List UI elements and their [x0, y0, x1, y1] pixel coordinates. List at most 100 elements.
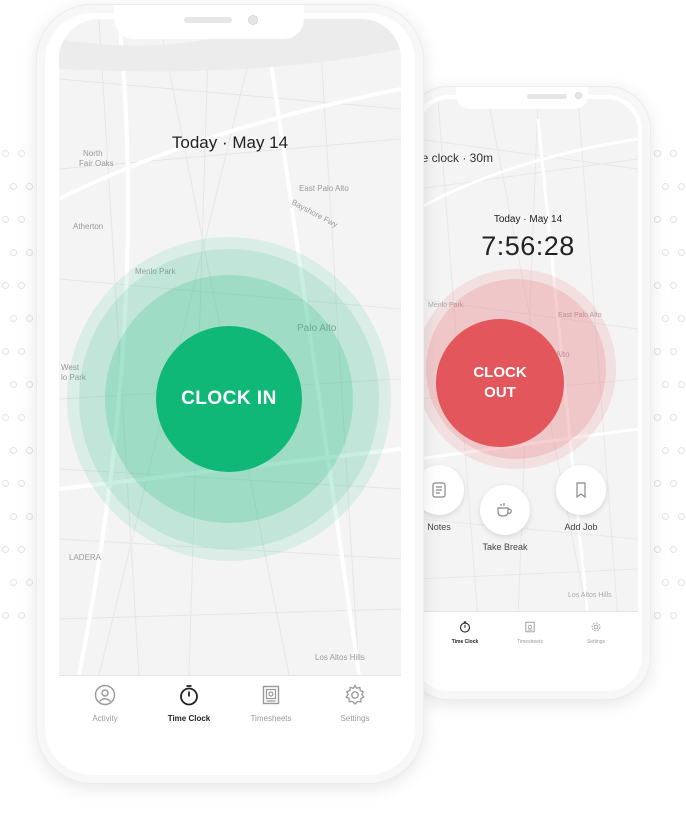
phone-notch: [114, 5, 304, 39]
decorative-dot: [26, 447, 33, 454]
phone-clocked-in: East Palo Alto Menlo Park Palo Alto Los …: [405, 86, 651, 700]
decorative-dot: [662, 447, 669, 454]
decorative-dot: [670, 216, 677, 223]
date-label: Today · May 14: [493, 214, 563, 225]
clock-in-button[interactable]: CLOCK IN: [156, 326, 302, 472]
decorative-dot: [2, 414, 9, 421]
decorative-dot: [654, 216, 661, 223]
decorative-dots-right: [652, 150, 686, 640]
add-job-button[interactable]: Add Job: [546, 465, 616, 532]
speaker-grille: [527, 94, 567, 99]
decorative-dot: [10, 315, 17, 322]
tab-settings[interactable]: Settings: [315, 684, 395, 723]
camera-dot: [248, 15, 258, 25]
elapsed-timer: 7:56:28: [481, 231, 575, 261]
gear-icon: [345, 684, 365, 705]
decorative-dots-left: [0, 150, 40, 640]
tab-activity[interactable]: Activity: [65, 684, 145, 723]
map-label: Atherton: [73, 222, 104, 231]
tab-time-clock[interactable]: Time Clock: [440, 620, 490, 645]
decorative-dot: [654, 612, 661, 619]
decorative-dot: [26, 381, 33, 388]
on-the-clock-status: he clock · 30m: [418, 151, 494, 165]
decorative-dot: [2, 480, 9, 487]
clock-out-button[interactable]: CLOCK OUT: [436, 319, 564, 447]
decorative-dot: [26, 183, 33, 190]
decorative-dot: [654, 282, 661, 289]
decorative-dot: [678, 513, 685, 520]
decorative-dot: [18, 612, 25, 619]
decorative-dot: [678, 579, 685, 586]
decorative-dot: [18, 414, 25, 421]
decorative-dot: [10, 183, 17, 190]
decorative-dot: [662, 579, 669, 586]
clock-out-label-line1: CLOCK: [473, 364, 527, 381]
tab-label: Time Clock: [167, 714, 211, 723]
phone-screen: North Fair Oaks East Palo Alto Bayshore …: [59, 19, 401, 761]
decorative-dot: [654, 546, 661, 553]
tab-label: Time Clock: [451, 639, 479, 645]
timesheet-icon: [525, 621, 535, 633]
decorative-dot: [18, 150, 25, 157]
decorative-dot: [654, 150, 661, 157]
decorative-dot: [2, 216, 9, 223]
tab-bar: Time Clock Timesheets Settings: [418, 611, 638, 687]
notes-button[interactable]: Notes: [418, 465, 474, 532]
action-label: Notes: [427, 522, 451, 532]
decorative-dot: [670, 282, 677, 289]
date-label: Today · May 14: [171, 133, 289, 152]
bookmark-icon: [576, 482, 586, 498]
person-circle-icon: [94, 684, 116, 706]
map-label: East Palo Alto: [299, 184, 349, 193]
decorative-dot: [670, 480, 677, 487]
decorative-dot: [678, 249, 685, 256]
tab-label: Settings: [340, 714, 370, 723]
decorative-dot: [26, 513, 33, 520]
decorative-dot: [18, 282, 25, 289]
phone-screen: East Palo Alto Menlo Park Palo Alto Los …: [418, 99, 638, 687]
speaker-grille: [184, 17, 232, 23]
tab-label: Activity: [92, 714, 118, 723]
map-label: Fair Oaks: [79, 159, 114, 168]
decorative-dot: [678, 315, 685, 322]
phone-clock-in: North Fair Oaks East Palo Alto Bayshore …: [36, 4, 424, 784]
decorative-dot: [670, 612, 677, 619]
decorative-dot: [2, 546, 9, 553]
coffee-cup-icon: [497, 503, 512, 517]
decorative-dot: [2, 612, 9, 619]
decorative-dot: [18, 546, 25, 553]
stopwatch-icon: [180, 685, 198, 706]
decorative-dot: [670, 348, 677, 355]
decorative-dot: [670, 546, 677, 553]
decorative-dot: [10, 249, 17, 256]
phone-notch: [456, 87, 588, 109]
take-break-button[interactable]: Take Break: [470, 485, 540, 552]
decorative-dot: [10, 447, 17, 454]
action-label: Add Job: [564, 522, 598, 532]
decorative-dot: [662, 381, 669, 388]
decorative-dot: [10, 513, 17, 520]
map-label: LADERA: [69, 553, 102, 562]
decorative-dot: [10, 579, 17, 586]
decorative-dot: [670, 150, 677, 157]
decorative-dot: [662, 513, 669, 520]
clock-out-label-line2: OUT: [484, 384, 516, 401]
decorative-dot: [662, 183, 669, 190]
decorative-dot: [18, 216, 25, 223]
stopwatch-icon: [459, 621, 471, 633]
notes-icon: [432, 482, 446, 498]
tab-timesheets[interactable]: Timesheets: [505, 620, 555, 645]
tab-settings[interactable]: Settings: [571, 620, 621, 645]
decorative-dot: [18, 480, 25, 487]
decorative-dot: [654, 414, 661, 421]
tab-time-clock[interactable]: Time Clock: [149, 684, 229, 723]
decorative-dot: [678, 381, 685, 388]
svg-text:Los Altos Hills: Los Altos Hills: [568, 592, 612, 599]
decorative-dot: [26, 249, 33, 256]
tab-bar: Activity Time Clock Timesheets Settings: [59, 675, 401, 761]
decorative-dot: [678, 447, 685, 454]
camera-dot: [575, 92, 582, 99]
timesheet-icon: [262, 685, 280, 705]
tab-timesheets[interactable]: Timesheets: [231, 684, 311, 723]
decorative-dot: [662, 315, 669, 322]
